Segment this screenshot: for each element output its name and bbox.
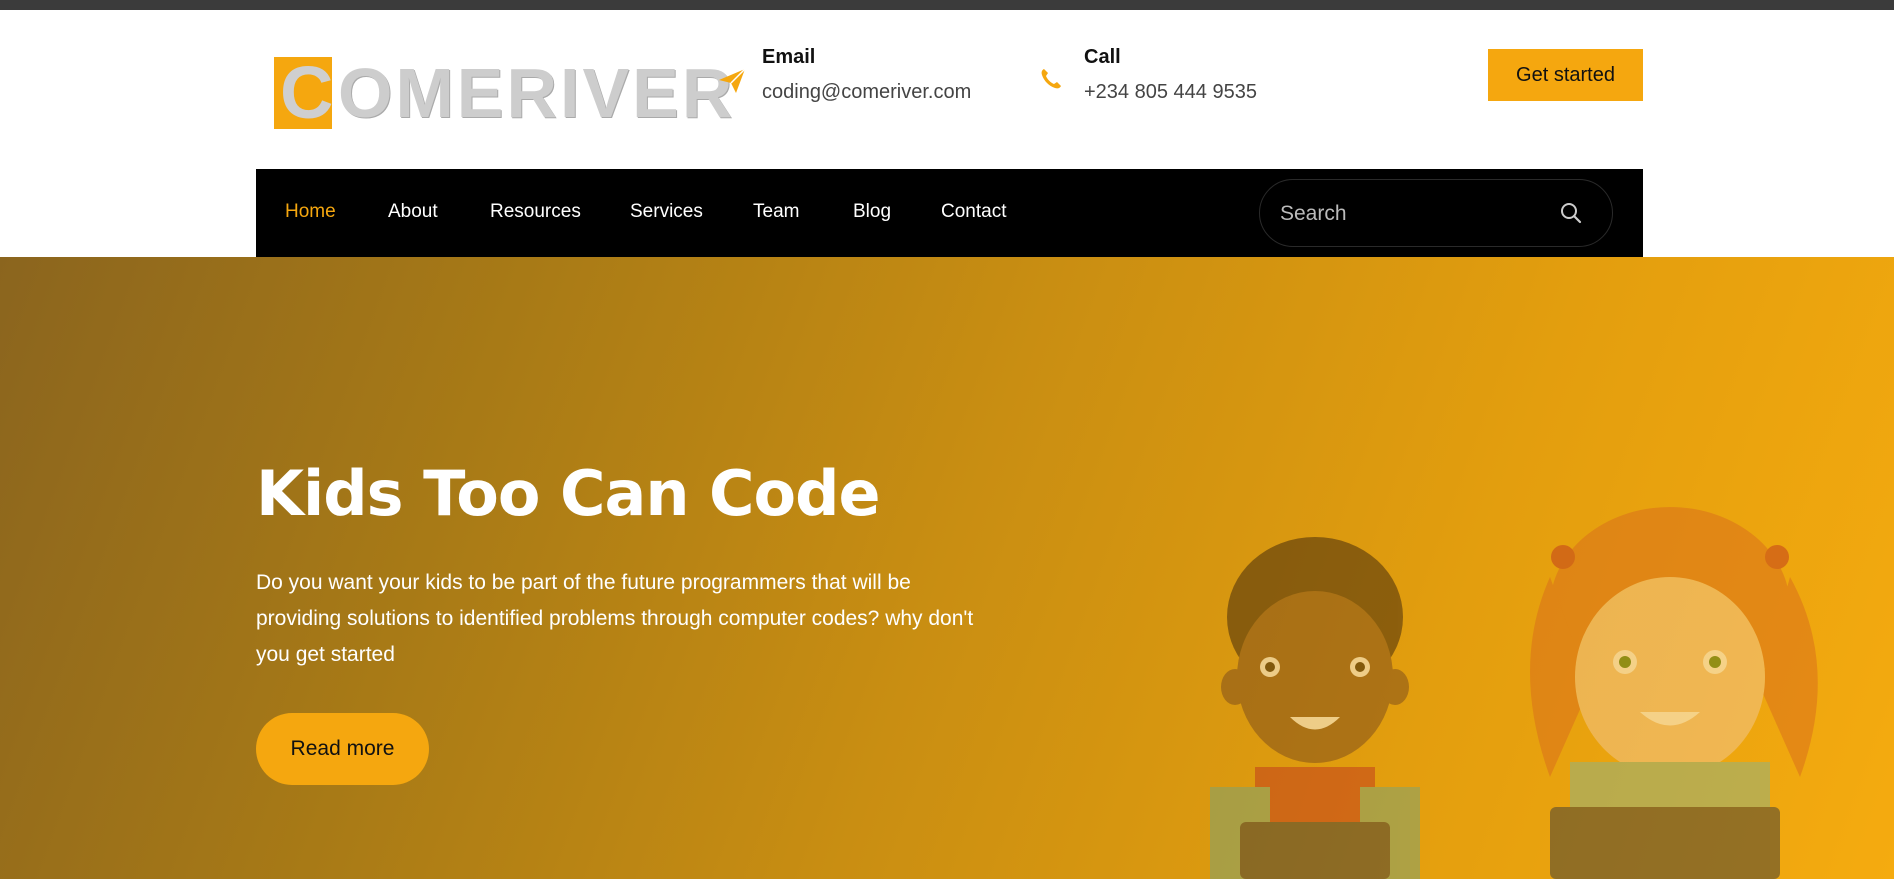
call-value[interactable]: +234 805 444 9535: [1084, 81, 1257, 104]
paper-plane-icon: [718, 68, 748, 104]
kids-illustration: [1210, 507, 1818, 879]
hero-description: Do you want your kids to be part of the …: [256, 571, 974, 666]
hero-section: Kids Too Can Code Do you want your kids …: [0, 257, 1894, 879]
logo-mark: C: [274, 51, 334, 134]
contact-call: Call +234 805 444 9535: [1040, 46, 1257, 104]
phone-icon: [1040, 68, 1070, 104]
brand-logo[interactable]: C OMERIVER: [274, 52, 735, 134]
nav-item-team[interactable]: Team: [753, 201, 799, 223]
email-label: Email: [762, 46, 816, 68]
main-nav: Home About Resources Services Team Blog …: [256, 169, 1643, 257]
search-input[interactable]: [1280, 198, 1550, 230]
hero-title: Kids Too Can Code: [256, 457, 881, 530]
nav-item-about[interactable]: About: [388, 201, 438, 223]
logo-letter: C: [280, 51, 334, 134]
nav-item-services[interactable]: Services: [630, 201, 703, 223]
site-header: C OMERIVER Email coding@comeriver.com Ca…: [0, 10, 1894, 170]
nav-item-blog[interactable]: Blog: [853, 201, 891, 223]
nav-item-home[interactable]: Home: [285, 201, 336, 223]
search-icon[interactable]: [1560, 202, 1582, 228]
nav-item-contact[interactable]: Contact: [941, 201, 1006, 223]
nav-item-resources[interactable]: Resources: [490, 201, 581, 223]
contact-email: Email coding@comeriver.com: [718, 46, 971, 104]
search-box: [1259, 179, 1613, 247]
top-strip: [0, 0, 1894, 10]
read-more-button[interactable]: Read more: [256, 713, 429, 785]
email-value[interactable]: coding@comeriver.com: [762, 81, 971, 104]
get-started-button[interactable]: Get started: [1488, 49, 1643, 101]
call-label: Call: [1084, 46, 1121, 68]
logo-wordmark: OMERIVER: [338, 54, 736, 132]
